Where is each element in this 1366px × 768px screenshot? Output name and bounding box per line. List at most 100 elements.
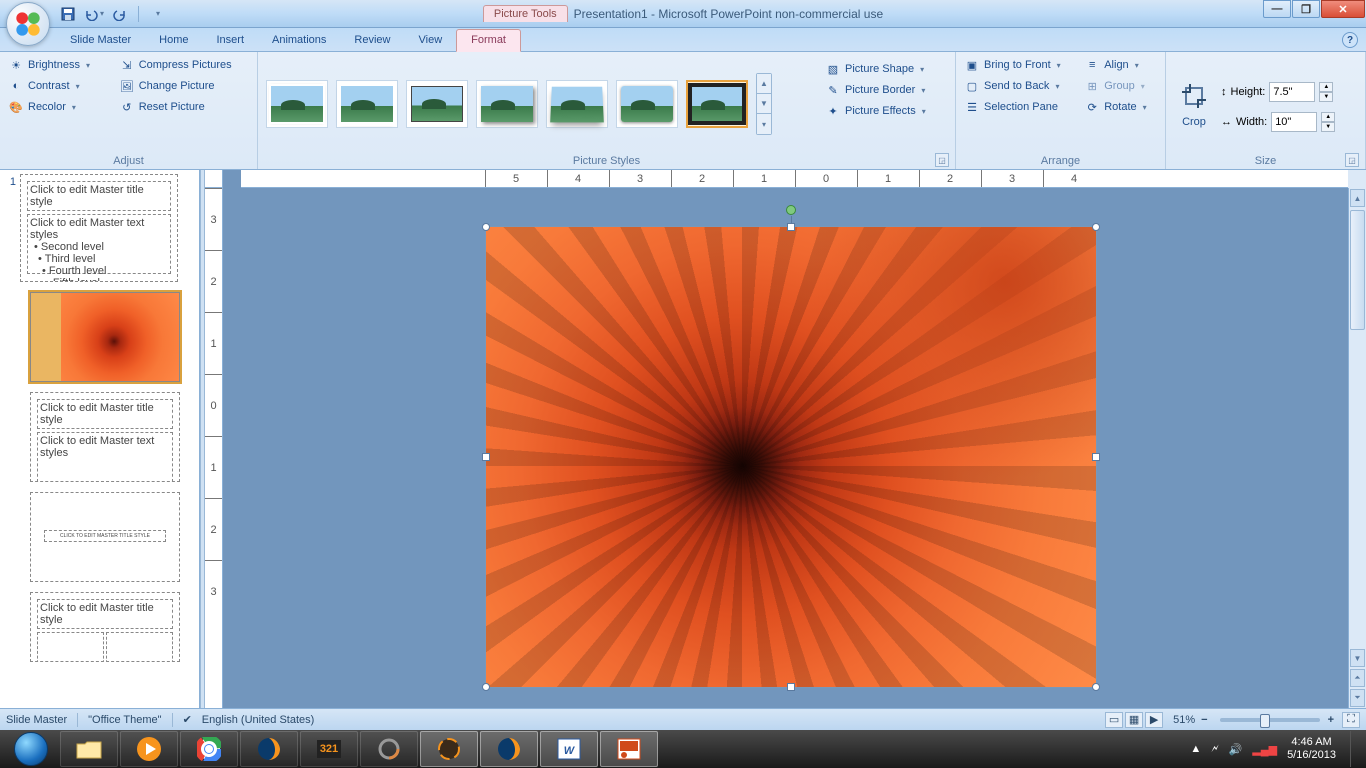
selection-pane-button[interactable]: ☰Selection Pane bbox=[960, 97, 1078, 117]
picture-effects-button[interactable]: ✦Picture Effects▾ bbox=[821, 101, 951, 121]
styles-dialog-launcher[interactable]: ◲ bbox=[935, 153, 949, 167]
spellcheck-icon[interactable]: ✔ bbox=[183, 713, 192, 726]
layout-thumb-1[interactable] bbox=[4, 292, 197, 382]
style-preset-2[interactable] bbox=[336, 80, 398, 128]
status-language[interactable]: English (United States) bbox=[202, 714, 315, 726]
align-button[interactable]: ≡Align▾ bbox=[1080, 55, 1161, 75]
close-button[interactable]: ✕ bbox=[1321, 0, 1365, 18]
minimize-button[interactable]: — bbox=[1263, 0, 1291, 18]
tab-view[interactable]: View bbox=[405, 30, 457, 51]
reset-picture-button[interactable]: ↺Reset Picture bbox=[115, 97, 253, 117]
gallery-more-button[interactable]: ▾ bbox=[757, 114, 771, 134]
style-preset-4[interactable] bbox=[476, 80, 538, 128]
tab-animations[interactable]: Animations bbox=[258, 30, 340, 51]
scroll-down-button[interactable]: ▼ bbox=[1350, 649, 1365, 667]
office-button[interactable] bbox=[6, 2, 50, 46]
taskbar-chrome[interactable] bbox=[180, 731, 238, 767]
picture-shape-button[interactable]: ▧Picture Shape▾ bbox=[821, 59, 951, 79]
send-to-back-button[interactable]: ▢Send to Back▾ bbox=[960, 76, 1078, 96]
style-preset-6[interactable] bbox=[616, 80, 678, 128]
help-button[interactable]: ? bbox=[1342, 32, 1358, 48]
picture-border-button[interactable]: ✎Picture Border▾ bbox=[821, 80, 951, 100]
resize-handle-n[interactable] bbox=[787, 223, 795, 231]
width-spin-down[interactable]: ▼ bbox=[1321, 122, 1335, 132]
tray-show-hidden[interactable]: ▲ bbox=[1190, 743, 1201, 755]
resize-handle-ne[interactable] bbox=[1092, 223, 1100, 231]
next-slide-button[interactable]: ⏷ bbox=[1350, 689, 1365, 707]
height-spin-down[interactable]: ▼ bbox=[1319, 92, 1333, 102]
taskbar-word[interactable]: W bbox=[540, 731, 598, 767]
tray-battery-icon[interactable]: 🗲 bbox=[1211, 743, 1218, 756]
fit-to-window-button[interactable]: ⛶ bbox=[1342, 712, 1360, 728]
style-preset-1[interactable] bbox=[266, 80, 328, 128]
tab-home[interactable]: Home bbox=[145, 30, 202, 51]
layout-thumb-4[interactable]: Click to edit Master title style bbox=[4, 592, 197, 662]
slide-canvas[interactable] bbox=[223, 188, 1348, 708]
height-spin-up[interactable]: ▲ bbox=[1319, 82, 1333, 92]
tray-network-icon[interactable]: ▂▄▆ bbox=[1252, 743, 1277, 756]
tab-insert[interactable]: Insert bbox=[202, 30, 258, 51]
scroll-thumb[interactable] bbox=[1350, 210, 1365, 330]
taskbar-powerpoint[interactable] bbox=[600, 731, 658, 767]
contrast-button[interactable]: ◐Contrast▾ bbox=[4, 76, 113, 96]
scroll-up-button[interactable]: ▲ bbox=[1350, 189, 1365, 207]
layout-thumb-3[interactable]: CLICK TO EDIT MASTER TITLE STYLE bbox=[4, 492, 197, 582]
bring-to-front-button[interactable]: ▣Bring to Front▾ bbox=[960, 55, 1078, 75]
layout-thumb-2[interactable]: Click to edit Master title style Click t… bbox=[4, 392, 197, 482]
prev-slide-button[interactable]: ⏶ bbox=[1350, 669, 1365, 687]
zoom-in-button[interactable]: + bbox=[1328, 714, 1334, 726]
style-preset-5[interactable] bbox=[546, 80, 608, 128]
taskbar-app-1[interactable] bbox=[360, 731, 418, 767]
show-desktop-button[interactable] bbox=[1350, 731, 1358, 767]
zoom-slider[interactable] bbox=[1220, 718, 1320, 722]
rotate-handle[interactable] bbox=[786, 205, 796, 215]
maximize-button[interactable]: ❐ bbox=[1292, 0, 1320, 18]
taskbar-firefox-2[interactable] bbox=[480, 731, 538, 767]
vertical-ruler[interactable]: 3210123 bbox=[205, 188, 223, 708]
selected-picture[interactable] bbox=[485, 226, 1097, 688]
zoom-percent[interactable]: 51% bbox=[1173, 714, 1195, 726]
gallery-scroll-down[interactable]: ▼ bbox=[757, 94, 771, 114]
redo-button[interactable] bbox=[110, 4, 130, 24]
tray-volume-icon[interactable]: 🔊 bbox=[1229, 743, 1243, 756]
resize-handle-e[interactable] bbox=[1092, 453, 1100, 461]
width-input[interactable] bbox=[1271, 112, 1317, 132]
gallery-scroll-up[interactable]: ▲ bbox=[757, 74, 771, 94]
resize-handle-s[interactable] bbox=[787, 683, 795, 691]
taskbar-wmp[interactable] bbox=[120, 731, 178, 767]
recolor-button[interactable]: 🎨Recolor▾ bbox=[4, 97, 113, 117]
brightness-button[interactable]: ☀Brightness▾ bbox=[4, 55, 113, 75]
style-preset-7[interactable] bbox=[686, 80, 748, 128]
crop-button[interactable]: Crop bbox=[1170, 76, 1218, 132]
change-picture-button[interactable]: 🖼Change Picture bbox=[115, 76, 253, 96]
zoom-out-button[interactable]: − bbox=[1201, 714, 1207, 726]
size-dialog-launcher[interactable]: ◲ bbox=[1345, 153, 1359, 167]
save-button[interactable] bbox=[58, 4, 78, 24]
taskbar-app-2[interactable] bbox=[420, 731, 478, 767]
slide-thumbnails-panel[interactable]: 1 Click to edit Master title style Click… bbox=[0, 170, 200, 708]
height-input[interactable] bbox=[1269, 82, 1315, 102]
taskbar-firefox-1[interactable] bbox=[240, 731, 298, 767]
resize-handle-w[interactable] bbox=[482, 453, 490, 461]
slideshow-view-button[interactable]: ▶ bbox=[1145, 712, 1163, 728]
horizontal-ruler[interactable]: 5432101234 bbox=[241, 170, 1348, 188]
tab-slide-master[interactable]: Slide Master bbox=[56, 30, 145, 51]
slide-master-thumb[interactable]: 1 Click to edit Master title style Click… bbox=[4, 174, 197, 282]
normal-view-button[interactable]: ▭ bbox=[1105, 712, 1123, 728]
qat-customize-button[interactable]: ▾ bbox=[147, 4, 167, 24]
width-spin-up[interactable]: ▲ bbox=[1321, 112, 1335, 122]
start-button[interactable] bbox=[4, 731, 58, 767]
tray-clock[interactable]: 4:46 AM 5/16/2013 bbox=[1287, 736, 1336, 762]
group-button[interactable]: ⊞Group▾ bbox=[1080, 76, 1161, 96]
scroll-track[interactable] bbox=[1349, 208, 1366, 648]
style-preset-3[interactable] bbox=[406, 80, 468, 128]
tab-format[interactable]: Format bbox=[456, 29, 521, 52]
compress-pictures-button[interactable]: ⇲Compress Pictures bbox=[115, 55, 253, 75]
resize-handle-sw[interactable] bbox=[482, 683, 490, 691]
vertical-scrollbar[interactable]: ▲ ▼ ⏶ ⏷ bbox=[1348, 188, 1366, 708]
rotate-button[interactable]: ⟳Rotate▾ bbox=[1080, 97, 1161, 117]
taskbar-explorer[interactable] bbox=[60, 731, 118, 767]
resize-handle-se[interactable] bbox=[1092, 683, 1100, 691]
taskbar-mpc[interactable]: 321 bbox=[300, 731, 358, 767]
resize-handle-nw[interactable] bbox=[482, 223, 490, 231]
